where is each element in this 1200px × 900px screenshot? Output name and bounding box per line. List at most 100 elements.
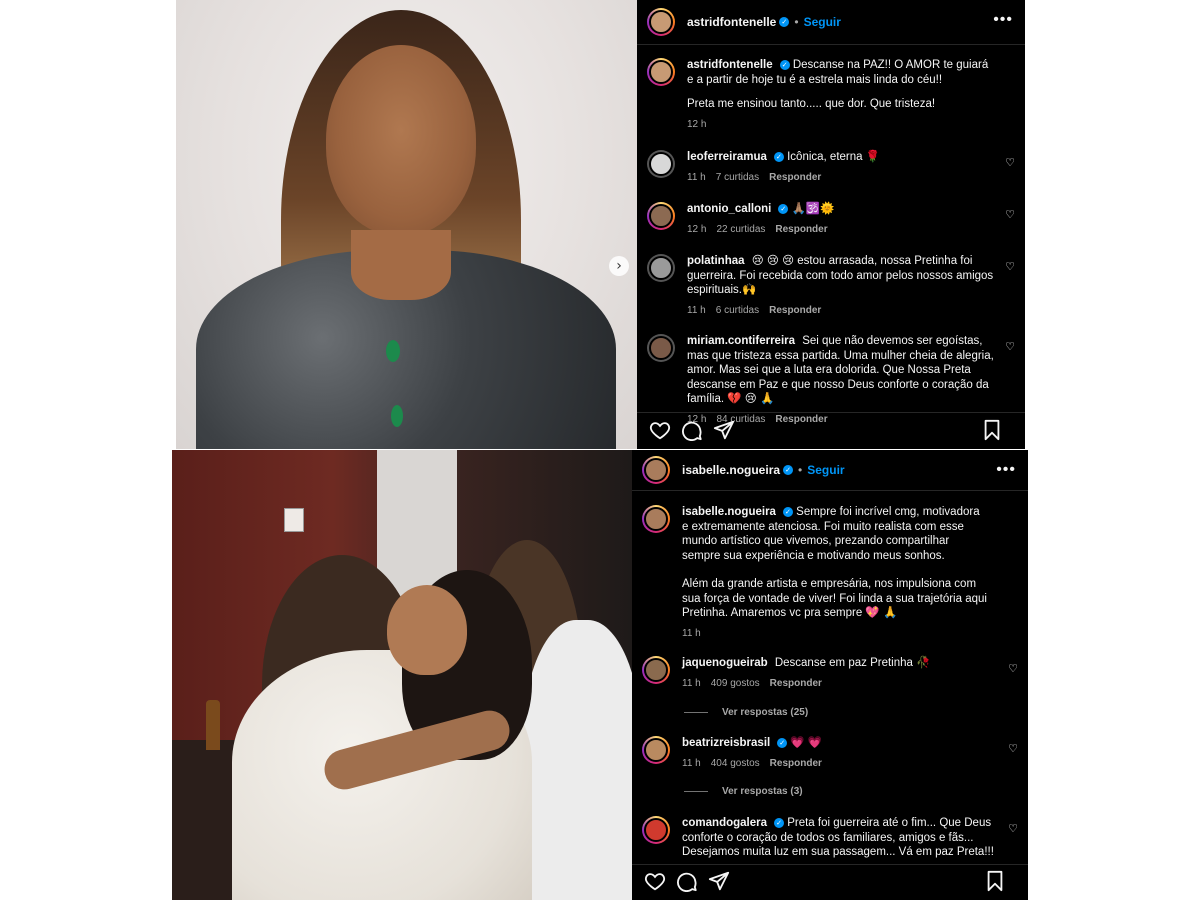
comment: polatinhaa 😢 😢 😢 estou arrasada, nossa P… <box>647 254 1015 318</box>
timestamp: 11 h <box>682 627 701 639</box>
view-replies-label[interactable]: Ver respostas (3) <box>722 786 803 797</box>
verified-icon: ✓ <box>782 506 793 517</box>
comment-author[interactable]: beatrizreisbrasil <box>682 737 770 749</box>
comment: comandogalera ✓ Preta foi guerreira até o… <box>642 816 1018 860</box>
separator-dot: • <box>794 15 799 29</box>
replies-line <box>684 791 708 792</box>
comment-text: 🙏🏽🕉️🌞 <box>791 203 835 215</box>
reply-button[interactable]: Responder <box>769 305 821 316</box>
post1-photo: › <box>176 0 637 449</box>
view-replies-button[interactable]: Ver respostas (25) <box>684 707 808 718</box>
like-heart-icon[interactable] <box>644 870 666 892</box>
timestamp: 12 h <box>687 223 707 235</box>
like-heart-icon[interactable]: ♡ <box>1008 742 1018 755</box>
avatar[interactable] <box>647 8 675 36</box>
reply-button[interactable]: Responder <box>775 224 827 235</box>
verified-icon: ✓ <box>774 817 784 828</box>
post2-sidebar: isabelle.nogueira ✓ • Seguir ••• isabell… <box>632 450 1028 900</box>
avatar[interactable] <box>647 202 675 230</box>
comment-author[interactable]: leoferreiramua <box>687 151 767 163</box>
post-author[interactable]: astridfontenelle <box>687 15 776 29</box>
verified-icon: ✓ <box>778 203 789 214</box>
like-count[interactable]: 404 gostos <box>711 758 760 769</box>
avatar[interactable] <box>647 334 675 362</box>
avatar[interactable] <box>647 254 675 282</box>
like-heart-icon[interactable]: ♡ <box>1005 208 1015 221</box>
verified-icon: ✓ <box>773 151 784 162</box>
sign-icon <box>284 508 304 532</box>
divider <box>637 44 1025 45</box>
post1-header: astridfontenelle ✓ • Seguir ••• <box>637 0 1025 44</box>
avatar[interactable] <box>647 150 675 178</box>
avatar[interactable] <box>642 656 670 684</box>
like-heart-icon[interactable]: ♡ <box>1008 822 1018 835</box>
view-replies-button[interactable]: Ver respostas (3) <box>684 786 803 797</box>
person-background-shape <box>522 620 632 900</box>
reply-button[interactable]: Responder <box>769 172 821 183</box>
like-count[interactable]: 22 curtidas <box>716 224 765 235</box>
more-options-icon[interactable]: ••• <box>996 462 1016 478</box>
reply-button[interactable]: Responder <box>770 678 822 689</box>
comment-author[interactable]: miriam.contiferreira <box>687 335 795 347</box>
follow-button[interactable]: Seguir <box>804 15 841 29</box>
caption-text: Preta me ensinou tanto..... que dor. Que… <box>687 98 936 110</box>
like-heart-icon[interactable]: ♡ <box>1005 156 1015 169</box>
like-count[interactable]: 7 curtidas <box>716 172 759 183</box>
like-heart-icon[interactable] <box>649 419 671 441</box>
comment-author[interactable]: polatinhaa <box>687 255 745 267</box>
comment: leoferreiramua ✓ Icônica, eterna 🌹 11 h 7 … <box>647 150 1015 185</box>
avatar[interactable] <box>642 456 670 484</box>
more-options-icon[interactable]: ••• <box>993 12 1013 28</box>
post-caption: isabelle.nogueira ✓ Sempre foi incrível c… <box>642 505 1018 641</box>
avatar[interactable] <box>642 736 670 764</box>
pendant-icon <box>391 405 403 427</box>
face-shape <box>326 45 476 235</box>
replies-line <box>684 712 708 713</box>
caption-text: Além da grande artista e empresária, nos… <box>682 578 987 619</box>
bookmark-icon[interactable] <box>981 419 1003 441</box>
timestamp: 11 h <box>687 171 706 183</box>
bottle-icon <box>206 700 220 750</box>
like-count[interactable]: 6 curtidas <box>716 305 759 316</box>
comment-bubble-icon[interactable] <box>681 419 703 441</box>
comment-bubble-icon[interactable] <box>676 870 698 892</box>
verified-icon: ✓ <box>777 737 788 748</box>
timestamp: 11 h <box>682 677 701 689</box>
like-count[interactable]: 409 gostos <box>711 678 760 689</box>
view-replies-label[interactable]: Ver respostas (25) <box>722 707 808 718</box>
verified-icon: ✓ <box>779 17 790 27</box>
comment: beatrizreisbrasil ✓ 💗 💗 11 h 404 gostos Res… <box>642 736 1018 771</box>
chevron-right-icon[interactable]: › <box>609 256 629 276</box>
caption-author[interactable]: astridfontenelle <box>687 59 773 71</box>
face-shape <box>387 585 467 675</box>
pendant-icon <box>386 340 400 362</box>
timestamp: 12 h <box>687 118 707 130</box>
separator-dot: • <box>798 463 803 477</box>
comment-author[interactable]: jaquenogueirab <box>682 657 768 669</box>
comment: antonio_calloni ✓ 🙏🏽🕉️🌞 12 h 22 curtidas Re… <box>647 202 1015 237</box>
post1-action-bar <box>637 410 1025 449</box>
avatar[interactable] <box>642 505 670 533</box>
reply-button[interactable]: Responder <box>770 758 822 769</box>
comment-author[interactable]: antonio_calloni <box>687 203 771 215</box>
post2-header: isabelle.nogueira ✓ • Seguir ••• <box>632 450 1028 490</box>
post-author[interactable]: isabelle.nogueira <box>682 463 780 477</box>
timestamp: 11 h <box>687 304 706 316</box>
comment-author[interactable]: comandogalera <box>682 817 767 829</box>
comment: jaquenogueirab Descanse em paz Pretinha … <box>642 656 1018 691</box>
caption-author[interactable]: isabelle.nogueira <box>682 506 776 518</box>
divider <box>632 490 1028 491</box>
like-heart-icon[interactable]: ♡ <box>1005 340 1015 353</box>
bookmark-icon[interactable] <box>984 870 1006 892</box>
share-send-icon[interactable] <box>708 870 730 892</box>
share-send-icon[interactable] <box>713 419 735 441</box>
post1-sidebar: astridfontenelle ✓ • Seguir ••• astridfo… <box>637 0 1025 449</box>
post2-photo <box>172 450 632 900</box>
follow-button[interactable]: Seguir <box>807 463 844 477</box>
like-heart-icon[interactable]: ♡ <box>1008 662 1018 675</box>
comment-text: Descanse em paz Pretinha 🥀 <box>774 657 931 669</box>
avatar[interactable] <box>647 58 675 86</box>
avatar[interactable] <box>642 816 670 844</box>
like-heart-icon[interactable]: ♡ <box>1005 260 1015 273</box>
timestamp: 11 h <box>682 757 701 769</box>
